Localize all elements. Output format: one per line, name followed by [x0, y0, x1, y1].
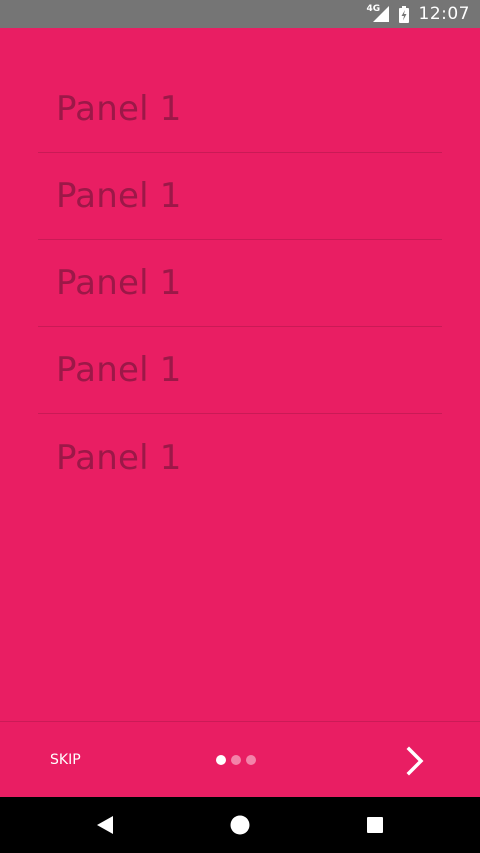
page-dot: [231, 755, 241, 765]
nav-home-button[interactable]: [224, 809, 256, 841]
navigation-bar: [0, 797, 480, 853]
panel-item: Panel 1: [38, 66, 442, 153]
panel-item: Panel 1: [38, 240, 442, 327]
page-dot-active: [216, 755, 226, 765]
panel-label: Panel 1: [56, 176, 182, 216]
panel-item: Panel 1: [38, 153, 442, 240]
recents-square-icon: [367, 817, 383, 833]
next-button[interactable]: [400, 744, 430, 778]
nav-recents-button[interactable]: [359, 809, 391, 841]
network-indicator: 4G: [367, 4, 389, 24]
panel-item: Panel 1: [38, 414, 442, 501]
page-indicator: [216, 755, 256, 765]
status-bar: 4G 12:07: [0, 0, 480, 28]
nav-back-button[interactable]: [89, 809, 121, 841]
home-circle-icon: [230, 815, 250, 835]
panel-label: Panel 1: [56, 437, 182, 478]
intro-bottom-bar: SKIP: [0, 721, 480, 797]
panel-label: Panel 1: [56, 89, 182, 129]
panel-item: Panel 1: [38, 327, 442, 414]
page-dot: [246, 755, 256, 765]
panel-list: Panel 1 Panel 1 Panel 1 Panel 1 Panel 1: [38, 66, 442, 501]
back-triangle-icon: [97, 816, 113, 834]
panel-label: Panel 1: [56, 263, 182, 303]
signal-icon: [372, 6, 389, 22]
panel-label: Panel 1: [56, 350, 182, 390]
battery-charging-icon: [398, 5, 409, 23]
status-time: 12:07: [418, 4, 470, 24]
chevron-right-icon: [406, 746, 424, 776]
status-icons: 4G 12:07: [367, 0, 471, 28]
skip-button[interactable]: SKIP: [40, 740, 91, 780]
